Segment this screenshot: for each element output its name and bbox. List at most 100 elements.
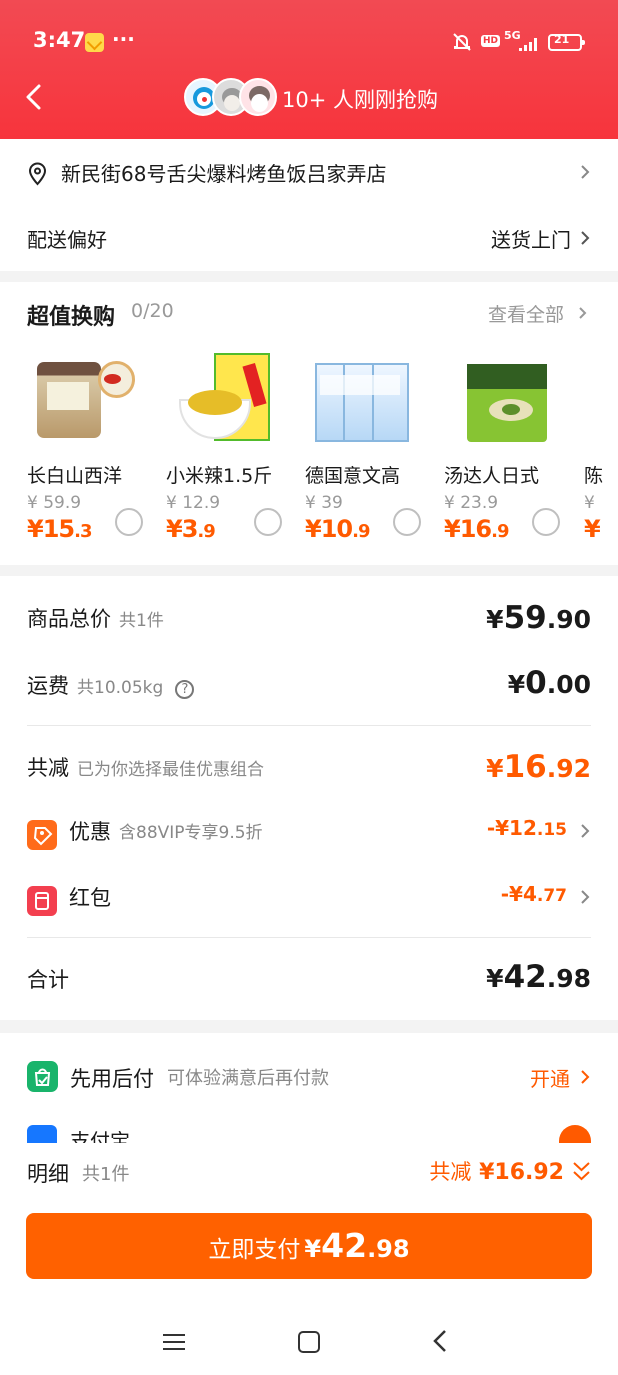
product-image — [166, 351, 278, 451]
detail-count: 共1件 — [82, 1164, 130, 1185]
discount-row[interactable]: 优惠 含88VIP专享9.5折 -¥12.15 — [27, 816, 591, 854]
total-count: 共1件 — [119, 611, 164, 631]
product-original-price: ¥ 59.9 — [27, 493, 82, 513]
address-text: 新民街68号舌尖爆料烤鱼饭吕家弄店 — [61, 162, 387, 186]
product-card[interactable]: 汤达人日式 ¥ 23.9 ¥16.9 — [444, 351, 569, 543]
exchange-products: 长白山西洋 ¥ 59.9 ¥15.3 小米辣1.5斤 ¥ 12.9 ¥3.9 德… — [0, 351, 618, 559]
discount-tag-icon — [27, 820, 57, 850]
product-original-price: ¥ — [584, 493, 595, 513]
exchange-title: 超值换购 — [27, 305, 116, 330]
grand-total-row: 合计 ¥42.98 — [27, 959, 591, 995]
checkout-header: 3:47 ··· HD 5G 21 10+ 人刚刚抢购 — [0, 0, 618, 139]
product-name: 长白山西洋 — [27, 465, 123, 487]
back-nav-icon[interactable] — [432, 1327, 448, 1355]
product-original-price: ¥ 39 — [305, 493, 343, 513]
back-arrow-icon[interactable] — [22, 83, 46, 111]
grand-total-amount: ¥42.98 — [486, 959, 591, 995]
chevron-right-icon — [581, 165, 590, 179]
product-card[interactable]: 德国意文高 ¥ 39 ¥10.9 — [305, 351, 430, 543]
activate-pay-later-button[interactable]: 开通 — [530, 1063, 570, 1092]
product-price: ¥16.9 — [444, 515, 510, 543]
reduction-amount: ¥16.92 — [486, 749, 591, 785]
product-image — [444, 351, 556, 451]
reduction-label: 共减 — [27, 756, 69, 780]
delivery-preference-row[interactable]: 配送偏好 送货上门 — [27, 224, 591, 253]
system-navigation-bar — [0, 1323, 618, 1375]
product-select-radio[interactable] — [115, 508, 143, 536]
chevron-right-icon — [581, 890, 590, 904]
hd-badge: HD — [481, 35, 501, 47]
reduction-description: 已为你选择最佳优惠组合 — [77, 760, 264, 780]
mute-bell-icon — [453, 33, 471, 51]
grand-total-label: 合计 — [27, 968, 69, 992]
pay-later-description: 可体验满意后再付款 — [167, 1068, 329, 1089]
divider — [27, 725, 591, 726]
delivery-value: 送货上门 — [491, 228, 571, 252]
product-select-radio[interactable] — [254, 508, 282, 536]
pay-later-title: 先用后付 — [70, 1067, 154, 1091]
product-select-radio[interactable] — [532, 508, 560, 536]
shipping-weight: 共10.05kg — [77, 678, 164, 698]
payment-later-icon — [27, 1061, 58, 1092]
alipay-label[interactable]: 支付宝 — [70, 1125, 130, 1145]
recent-buyer-avatars — [184, 78, 277, 118]
double-chevron-down-icon[interactable] — [571, 1159, 592, 1184]
buyers-count-text: 10+ 人刚刚抢购 — [282, 88, 438, 112]
discount-amount: -¥12.15 — [486, 816, 567, 840]
exchange-count: 0/20 — [131, 300, 174, 322]
menu-icon[interactable] — [163, 1333, 187, 1351]
product-price: ¥15.3 — [27, 515, 93, 543]
product-card[interactable]: 小米辣1.5斤 ¥ 12.9 ¥3.9 — [166, 351, 291, 543]
exchange-card: 超值换购 0/20 查看全部 长白山西洋 ¥ 59.9 ¥15.3 小米辣1.5… — [0, 282, 618, 565]
total-label: 商品总价 — [27, 607, 111, 631]
status-bar: 3:47 ··· HD 5G 21 — [0, 27, 618, 58]
home-icon[interactable] — [298, 1331, 320, 1353]
total-row: 商品总价 共1件 ¥59.90 — [27, 600, 591, 636]
red-packet-row[interactable]: 红包 -¥4.77 — [27, 882, 591, 920]
discount-description: 含88VIP专享9.5折 — [119, 823, 263, 843]
red-packet-icon — [27, 886, 57, 916]
product-original-price: ¥ 12.9 — [166, 493, 221, 513]
product-price: ¥3.9 — [166, 515, 216, 543]
battery-icon: 21 — [548, 33, 585, 51]
detail-title[interactable]: 明细 — [27, 1158, 69, 1188]
alipay-icon — [27, 1125, 57, 1145]
question-mark-icon[interactable]: ? — [175, 680, 195, 699]
chevron-right-icon — [581, 824, 590, 838]
checkout-page: 3:47 ··· HD 5G 21 10+ 人刚刚抢购 新民街68号舌尖爆料烤鱼… — [0, 0, 618, 1375]
discount-label: 优惠 — [69, 820, 111, 844]
product-name: 德国意文高 — [305, 465, 401, 487]
shipping-row: 运费 共10.05kg ? ¥0.00 — [27, 665, 591, 701]
chevron-right-icon — [579, 307, 587, 319]
product-card[interactable]: 陈 ¥ ¥ — [584, 351, 618, 543]
chevron-right-icon — [581, 1070, 590, 1084]
battery-level: 21 — [554, 33, 570, 46]
product-name: 汤达人日式 — [444, 465, 540, 487]
status-more-icon: ··· — [112, 27, 135, 51]
notification-icon — [85, 33, 104, 52]
reduction-row: 共减 已为你选择最佳优惠组合 ¥16.92 — [27, 749, 591, 785]
product-card[interactable]: 长白山西洋 ¥ 59.9 ¥15.3 — [27, 351, 152, 543]
divider — [27, 937, 591, 938]
pay-now-button[interactable]: 立即支付 ¥42.98 — [26, 1213, 592, 1279]
selected-payment-indicator[interactable] — [559, 1125, 591, 1143]
product-name: 小米辣1.5斤 — [166, 465, 273, 487]
product-price: ¥ — [584, 515, 601, 543]
product-select-radio[interactable] — [393, 508, 421, 536]
chevron-right-icon — [581, 231, 590, 245]
payment-methods-card: 先用后付 可体验满意后再付款 开通 支付宝 — [0, 1033, 618, 1145]
red-packet-amount: -¥4.77 — [500, 882, 567, 906]
product-image — [27, 351, 139, 451]
view-all-link[interactable]: 查看全部 — [488, 300, 564, 327]
address-card: 新民街68号舌尖爆料烤鱼饭吕家弄店 配送偏好 送货上门 — [0, 139, 618, 271]
bottom-discount[interactable]: 共减 ¥16.92 — [429, 1156, 564, 1186]
product-image — [305, 351, 417, 451]
avatar — [239, 78, 277, 116]
location-pin-icon — [28, 162, 47, 186]
total-amount: ¥59.90 — [486, 600, 591, 636]
price-summary-card: 商品总价 共1件 ¥59.90 运费 共10.05kg ? ¥0.00 共减 已为你选… — [0, 576, 618, 1020]
product-original-price: ¥ 23.9 — [444, 493, 499, 513]
product-name: 陈 — [584, 465, 604, 487]
checkout-bottom-bar: 明细 共1件 共减 ¥16.92 立即支付 ¥42.98 — [0, 1143, 618, 1375]
signal-icon — [519, 36, 541, 51]
